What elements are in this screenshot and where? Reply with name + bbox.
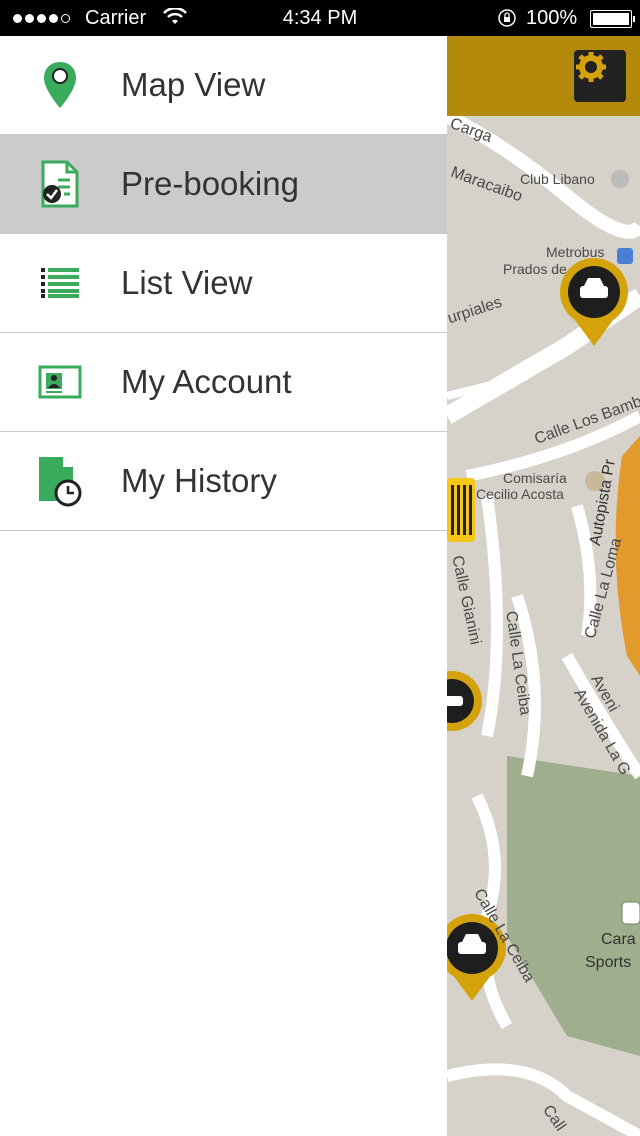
side-menu: Map View Pre-booking List View My Accoun…: [0, 36, 447, 1136]
document-check-icon: [36, 156, 84, 212]
map-label: Club Libano: [520, 171, 595, 187]
map-view[interactable]: Carga Maracaibo Club Libano Metrobus Pra…: [447, 36, 640, 1136]
rotation-lock-icon: [497, 8, 517, 34]
map-label: Cara: [601, 931, 636, 948]
battery-percentage: 100%: [526, 7, 578, 29]
status-bar: Carrier 4:34 PM 100%: [0, 0, 640, 36]
id-card-icon: [36, 354, 84, 410]
document-clock-icon: [36, 453, 84, 509]
settings-button[interactable]: [574, 50, 626, 102]
map-label: Cecilio Acosta: [476, 486, 564, 502]
list-icon: [36, 255, 84, 311]
battery-icon: [590, 10, 635, 28]
menu-item-label: Pre-booking: [121, 165, 299, 202]
menu-item-my-history[interactable]: My History: [0, 432, 447, 531]
map-label: Comisaría: [503, 470, 567, 486]
map-pin-icon: [36, 57, 84, 113]
map-label: Prados de: [503, 261, 567, 277]
menu-item-label: My History: [121, 462, 277, 499]
menu-item-label: List View: [121, 264, 253, 301]
menu-item-map-view[interactable]: Map View: [0, 36, 447, 135]
map-label: Sports: [585, 954, 632, 971]
map-label: Metrobus: [546, 244, 605, 260]
menu-item-list-view[interactable]: List View: [0, 234, 447, 333]
menu-item-pre-booking[interactable]: Pre-booking: [0, 135, 447, 234]
drawer-handle[interactable]: [447, 478, 475, 542]
menu-item-label: Map View: [121, 66, 266, 103]
menu-item-label: My Account: [121, 363, 292, 400]
menu-item-my-account[interactable]: My Account: [0, 333, 447, 432]
